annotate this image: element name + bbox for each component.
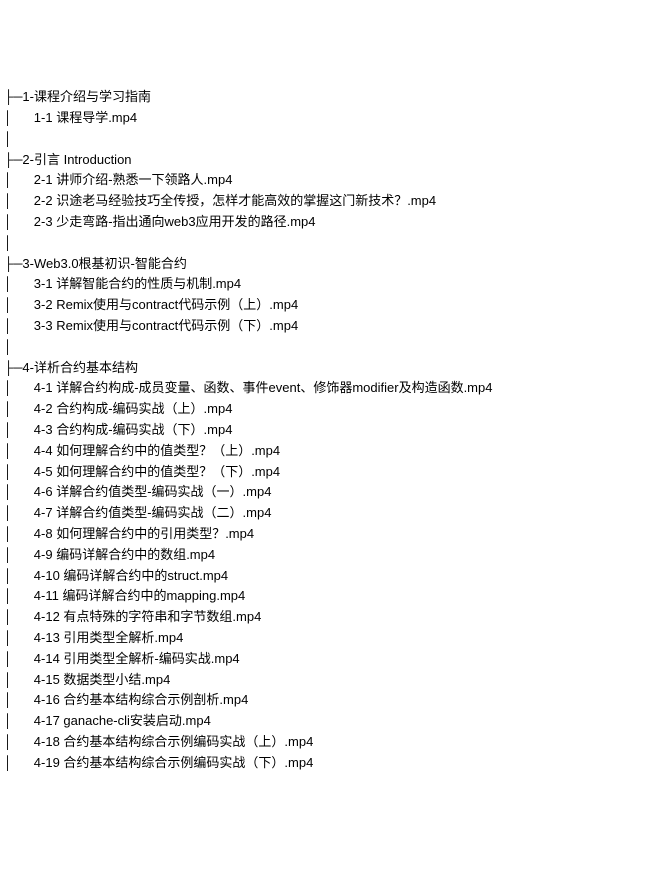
tree-line: │ 4-16 合约基本结构综合示例剖析.mp4 [4, 690, 654, 711]
tree-prefix: │ [4, 588, 34, 603]
tree-prefix: │ [4, 214, 34, 229]
tree-line: │ 4-15 数据类型小结.mp4 [4, 670, 654, 691]
tree-text: 4-11 编码详解合约中的mapping.mp4 [34, 588, 245, 603]
tree-text: 3-Web3.0根基初识-智能合约 [22, 256, 186, 271]
tree-line: │ [4, 337, 654, 358]
tree-prefix: │ [4, 131, 12, 146]
tree-text: 4-17 ganache-cli安装启动.mp4 [34, 713, 211, 728]
tree-prefix: │ [4, 318, 34, 333]
directory-tree: ├─1-课程介绍与学习指南│ 1-1 课程导学.mp4│├─2-引言 Intro… [4, 87, 654, 773]
tree-line: │ 4-14 引用类型全解析-编码实战.mp4 [4, 649, 654, 670]
tree-line: ├─3-Web3.0根基初识-智能合约 [4, 254, 654, 275]
tree-prefix: ├─ [4, 152, 22, 167]
tree-prefix: │ [4, 193, 34, 208]
tree-text: 4-4 如何理解合约中的值类型？（上）.mp4 [34, 443, 280, 458]
tree-text: 1-课程介绍与学习指南 [22, 89, 151, 104]
tree-text: 2-1 讲师介绍-熟悉一下领路人.mp4 [34, 172, 233, 187]
tree-text: 3-3 Remix使用与contract代码示例（下）.mp4 [34, 318, 298, 333]
tree-prefix: │ [4, 547, 34, 562]
tree-line: │ 4-2 合约构成-编码实战（上）.mp4 [4, 399, 654, 420]
tree-prefix: │ [4, 172, 34, 187]
tree-text: 4-3 合约构成-编码实战（下）.mp4 [34, 422, 233, 437]
tree-text: 2-2 识途老马经验技巧全传授，怎样才能高效的掌握这门新技术？.mp4 [34, 193, 436, 208]
tree-line: │ [4, 129, 654, 150]
tree-prefix: │ [4, 484, 34, 499]
tree-text: 4-7 详解合约值类型-编码实战（二）.mp4 [34, 505, 272, 520]
tree-prefix: │ [4, 443, 34, 458]
tree-text: 4-16 合约基本结构综合示例剖析.mp4 [34, 692, 249, 707]
tree-text: 2-3 少走弯路-指出通向web3应用开发的路径.mp4 [34, 214, 316, 229]
tree-line: │ 3-2 Remix使用与contract代码示例（上）.mp4 [4, 295, 654, 316]
tree-line: │ 4-9 编码详解合约中的数组.mp4 [4, 545, 654, 566]
tree-line: │ 4-6 详解合约值类型-编码实战（一）.mp4 [4, 482, 654, 503]
tree-text: 4-18 合约基本结构综合示例编码实战（上）.mp4 [34, 734, 314, 749]
tree-prefix: │ [4, 401, 34, 416]
tree-line: ├─4-详析合约基本结构 [4, 358, 654, 379]
tree-line: │ 3-3 Remix使用与contract代码示例（下）.mp4 [4, 316, 654, 337]
tree-prefix: │ [4, 734, 34, 749]
tree-line: ├─1-课程介绍与学习指南 [4, 87, 654, 108]
tree-prefix: │ [4, 672, 34, 687]
tree-line: │ 4-4 如何理解合约中的值类型？（上）.mp4 [4, 441, 654, 462]
tree-text: 1-1 课程导学.mp4 [34, 110, 137, 125]
tree-text: 4-13 引用类型全解析.mp4 [34, 630, 184, 645]
tree-line: │ 4-7 详解合约值类型-编码实战（二）.mp4 [4, 503, 654, 524]
tree-prefix: ├─ [4, 89, 22, 104]
tree-text: 2-引言 Introduction [22, 152, 131, 167]
tree-prefix: │ [4, 609, 34, 624]
tree-prefix: │ [4, 276, 34, 291]
tree-text: 4-15 数据类型小结.mp4 [34, 672, 171, 687]
tree-text: 4-19 合约基本结构综合示例编码实战（下）.mp4 [34, 755, 314, 770]
tree-prefix: │ [4, 297, 34, 312]
tree-text: 4-6 详解合约值类型-编码实战（一）.mp4 [34, 484, 272, 499]
tree-line: │ 2-3 少走弯路-指出通向web3应用开发的路径.mp4 [4, 212, 654, 233]
tree-prefix: │ [4, 755, 34, 770]
tree-prefix: │ [4, 692, 34, 707]
tree-line: │ 4-17 ganache-cli安装启动.mp4 [4, 711, 654, 732]
tree-line: │ 4-10 编码详解合约中的struct.mp4 [4, 566, 654, 587]
tree-prefix: │ [4, 526, 34, 541]
tree-prefix: ├─ [4, 256, 22, 271]
tree-prefix: │ [4, 235, 12, 250]
tree-line: │ 4-5 如何理解合约中的值类型？（下）.mp4 [4, 462, 654, 483]
tree-line: │ 4-3 合约构成-编码实战（下）.mp4 [4, 420, 654, 441]
tree-line: │ [4, 233, 654, 254]
tree-text: 4-1 详解合约构成-成员变量、函数、事件event、修饰器modifier及构… [34, 380, 493, 395]
tree-line: │ 2-1 讲师介绍-熟悉一下领路人.mp4 [4, 170, 654, 191]
tree-line: │ 3-1 详解智能合约的性质与机制.mp4 [4, 274, 654, 295]
tree-text: 3-1 详解智能合约的性质与机制.mp4 [34, 276, 241, 291]
tree-prefix: │ [4, 110, 34, 125]
tree-text: 3-2 Remix使用与contract代码示例（上）.mp4 [34, 297, 298, 312]
tree-prefix: │ [4, 651, 34, 666]
tree-line: │ 4-1 详解合约构成-成员变量、函数、事件event、修饰器modifier… [4, 378, 654, 399]
tree-text: 4-2 合约构成-编码实战（上）.mp4 [34, 401, 233, 416]
tree-line: │ 4-18 合约基本结构综合示例编码实战（上）.mp4 [4, 732, 654, 753]
tree-text: 4-详析合约基本结构 [22, 360, 138, 375]
tree-text: 4-14 引用类型全解析-编码实战.mp4 [34, 651, 240, 666]
tree-line: ├─2-引言 Introduction [4, 150, 654, 171]
tree-text: 4-5 如何理解合约中的值类型？（下）.mp4 [34, 464, 280, 479]
tree-line: │ 2-2 识途老马经验技巧全传授，怎样才能高效的掌握这门新技术？.mp4 [4, 191, 654, 212]
tree-text: 4-12 有点特殊的字符串和字节数组.mp4 [34, 609, 262, 624]
tree-prefix: │ [4, 505, 34, 520]
tree-line: │ 4-8 如何理解合约中的引用类型？.mp4 [4, 524, 654, 545]
tree-prefix: ├─ [4, 360, 22, 375]
tree-prefix: │ [4, 568, 34, 583]
tree-line: │ 4-12 有点特殊的字符串和字节数组.mp4 [4, 607, 654, 628]
tree-line: │ 1-1 课程导学.mp4 [4, 108, 654, 129]
tree-text: 4-8 如何理解合约中的引用类型？.mp4 [34, 526, 254, 541]
tree-line: │ 4-19 合约基本结构综合示例编码实战（下）.mp4 [4, 753, 654, 774]
tree-prefix: │ [4, 464, 34, 479]
tree-text: 4-10 编码详解合约中的struct.mp4 [34, 568, 228, 583]
tree-prefix: │ [4, 380, 34, 395]
tree-text: 4-9 编码详解合约中的数组.mp4 [34, 547, 215, 562]
tree-prefix: │ [4, 630, 34, 645]
tree-prefix: │ [4, 339, 12, 354]
tree-line: │ 4-13 引用类型全解析.mp4 [4, 628, 654, 649]
tree-line: │ 4-11 编码详解合约中的mapping.mp4 [4, 586, 654, 607]
tree-prefix: │ [4, 422, 34, 437]
tree-prefix: │ [4, 713, 34, 728]
